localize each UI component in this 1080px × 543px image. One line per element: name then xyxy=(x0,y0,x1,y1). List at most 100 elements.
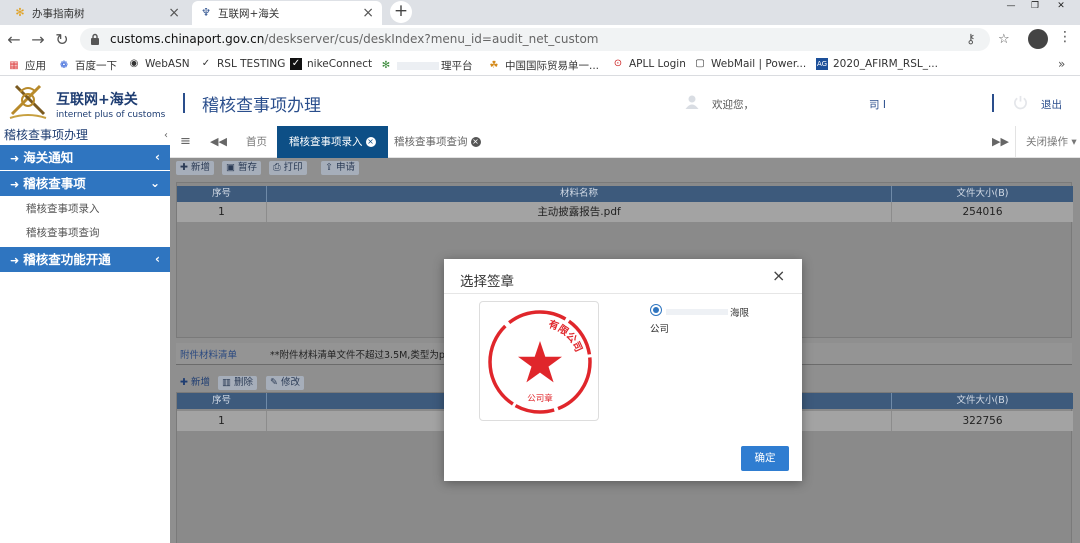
back-arrow-icon[interactable]: ← xyxy=(4,30,24,50)
maximize-icon[interactable]: ❐ xyxy=(1024,0,1046,14)
redacted-text xyxy=(666,309,728,315)
bookmark-nikeconnect[interactable]: ✓ nikeConnect xyxy=(290,58,372,70)
sign-in-icon: ➜ xyxy=(10,178,20,191)
scroll-right-icon[interactable]: ▶▶ xyxy=(992,135,1009,148)
close-icon[interactable]: × xyxy=(470,137,481,147)
gear-icon: ✻ xyxy=(381,59,391,71)
collapse-icon[interactable]: ‹ xyxy=(164,127,168,145)
swoosh-icon: ✓ xyxy=(201,58,211,69)
bookmark-webmail[interactable]: ▢ WebMail | Power... xyxy=(694,58,806,70)
seal-option-label: 海限 xyxy=(666,305,749,319)
sidebar-item-audit-entry[interactable]: 稽核查事项录入 xyxy=(0,197,170,221)
browser-tab-guide[interactable]: ✻ 办事指南树 × xyxy=(6,1,188,25)
browser-tab-title: 互联网+海关 xyxy=(218,7,280,20)
bookmark-single-window[interactable]: ☘ 中国国际贸易单一... xyxy=(488,58,600,73)
close-operations-menu[interactable]: 关闭操作 ▾ xyxy=(1015,126,1080,158)
bookmark-star-icon[interactable]: ☆ xyxy=(998,32,1010,47)
add-attachment-button[interactable]: ✚ 新增 xyxy=(176,376,214,390)
attachments-note: **附件材料清单文件不超过3.5M,类型为p xyxy=(270,350,445,361)
sign-in-icon: ➜ xyxy=(10,254,20,267)
browser-tab-internet-customs[interactable]: ♆ 互联网+海关 × xyxy=(192,1,382,25)
bookmarks-more-icon[interactable]: » xyxy=(1058,57,1065,71)
sidebar-item-customs-notice[interactable]: ➜ 海关通知 ‹ xyxy=(0,145,170,170)
redacted-text xyxy=(397,61,439,70)
browser-tabstrip: ✻ 办事指南树 × ♆ 互联网+海关 × + — ❐ ✕ xyxy=(0,0,1080,25)
edit-attachment-button[interactable]: ✎ 修改 xyxy=(266,376,304,390)
lock-icon xyxy=(91,33,99,45)
seal-arc-text: 有限公司 xyxy=(547,317,585,354)
chevron-left-icon: ‹ xyxy=(155,252,160,266)
sidebar-item-audit-enable[interactable]: ➜ 稽核查功能开通 ‹ xyxy=(0,247,170,272)
browser-tab-title: 办事指南树 xyxy=(32,7,85,20)
close-icon[interactable]: × xyxy=(365,137,376,147)
customs-emblem-icon xyxy=(9,84,47,119)
logout-link[interactable]: 退出 xyxy=(1041,97,1062,112)
cell-index: 1 xyxy=(177,411,267,431)
document-icon: ▢ xyxy=(695,58,705,69)
bookmark-rsl-testing[interactable]: ✓ RSL TESTING xyxy=(200,58,286,70)
column-header-material-name: 材料名称 xyxy=(267,186,892,202)
apps-grid-icon: ▦ xyxy=(9,59,19,71)
svg-text:有限公司: 有限公司 xyxy=(547,317,585,354)
menu-kebab-icon[interactable]: ⋮ xyxy=(1058,29,1072,45)
table-row[interactable]: 1 主动披露报告.pdf 254016 xyxy=(177,202,1073,222)
tab-audit-query[interactable]: 稽核查事项查询 × xyxy=(382,126,493,158)
apll-icon: ⊙ xyxy=(613,58,623,69)
sidebar-item-audit-query[interactable]: 稽核查事项查询 xyxy=(0,221,170,245)
reload-icon[interactable]: ↻ xyxy=(52,30,72,50)
bookmark-baidu[interactable]: ❁ 百度一下 xyxy=(58,58,117,73)
company-seal-image: 有限公司 公司章 xyxy=(488,310,592,414)
seal-preview[interactable]: 有限公司 公司章 xyxy=(479,301,599,421)
user-icon xyxy=(685,95,699,109)
profile-avatar-icon[interactable] xyxy=(1028,29,1048,49)
bookmark-afirm[interactable]: AG 2020_AFIRM_RSL_... xyxy=(816,58,938,70)
sidebar-item-audit-matters[interactable]: ➜ 稽核查事项 ⌄ xyxy=(0,171,170,196)
confirm-button[interactable]: 确定 xyxy=(741,446,789,471)
webasn-icon: ◉ xyxy=(129,58,139,69)
hamburger-icon[interactable]: ≡ xyxy=(180,134,191,149)
bookmark-apps[interactable]: ▦ 应用 xyxy=(8,58,46,73)
header-divider xyxy=(183,93,185,113)
bookmark-platform[interactable]: ✻ 理平台 xyxy=(380,58,473,73)
star-icon: ✻ xyxy=(15,6,25,19)
bookmark-webasn[interactable]: ◉ WebASN xyxy=(128,58,190,70)
tab-home[interactable]: 首页 xyxy=(234,126,279,158)
dialog-title: 选择签章 xyxy=(460,274,514,290)
sidebar-title: 稽核查事项办理 ‹ xyxy=(0,126,170,144)
scroll-left-icon[interactable]: ◀◀ xyxy=(210,135,227,148)
cell-material-name: 主动披露报告.pdf xyxy=(267,202,892,222)
seal-center-text: 公司章 xyxy=(527,393,553,404)
new-tab-button[interactable]: + xyxy=(390,1,412,23)
delete-attachment-button[interactable]: ▥ 删除 xyxy=(218,376,258,390)
power-icon[interactable] xyxy=(1013,95,1028,110)
close-icon[interactable]: × xyxy=(362,5,374,21)
welcome-text: 欢迎您， xyxy=(712,99,754,111)
minimize-icon[interactable]: — xyxy=(1000,0,1022,14)
column-header-index: 序号 xyxy=(177,186,267,202)
close-icon[interactable]: × xyxy=(168,5,180,21)
omnibox[interactable]: customs.chinaport.gov.cn/deskserver/cus/… xyxy=(80,28,1010,51)
tab-audit-entry[interactable]: 稽核查事项录入 × xyxy=(277,126,388,158)
key-icon[interactable]: ⚷ xyxy=(966,32,976,47)
seal-option-radio[interactable] xyxy=(650,304,662,316)
page-title: 稽核查事项办理 xyxy=(202,96,321,116)
select-seal-dialog: 选择签章 × 有限公司 公司章 海限 公司 确定 xyxy=(444,259,802,481)
add-button[interactable]: ✚ 新增 xyxy=(176,161,214,175)
company-name: 司 Ⅰ xyxy=(869,99,886,111)
single-window-icon: ☘ xyxy=(489,59,499,71)
seal-option-label: 公司 xyxy=(650,324,670,335)
save-button[interactable]: ▣ 暂存 xyxy=(222,161,262,175)
app-header: 互联网+海关 internet plus of customs 稽核查事项办理 … xyxy=(0,76,1080,126)
close-icon[interactable]: × xyxy=(772,266,785,285)
cell-file-size: 254016 xyxy=(962,206,1003,218)
dialog-divider xyxy=(444,293,802,294)
submit-button[interactable]: ⇪ 申请 xyxy=(321,161,359,175)
chevron-down-icon: ⌄ xyxy=(149,176,160,190)
url-text: customs.chinaport.gov.cn/deskserver/cus/… xyxy=(110,32,599,46)
bookmarks-bar: ▦ 应用 ❁ 百度一下 ◉ WebASN ✓ RSL TESTING ✓ nikeConn… xyxy=(0,54,1080,76)
table-header: 序号 材料名称 文件大小(B) xyxy=(177,186,1073,202)
window-close-icon[interactable]: ✕ xyxy=(1050,0,1072,14)
forward-arrow-icon[interactable]: → xyxy=(28,30,48,50)
bookmark-apll-login[interactable]: ⊙ APLL Login xyxy=(612,58,686,70)
print-button[interactable]: ⎙ 打印 xyxy=(269,161,307,175)
